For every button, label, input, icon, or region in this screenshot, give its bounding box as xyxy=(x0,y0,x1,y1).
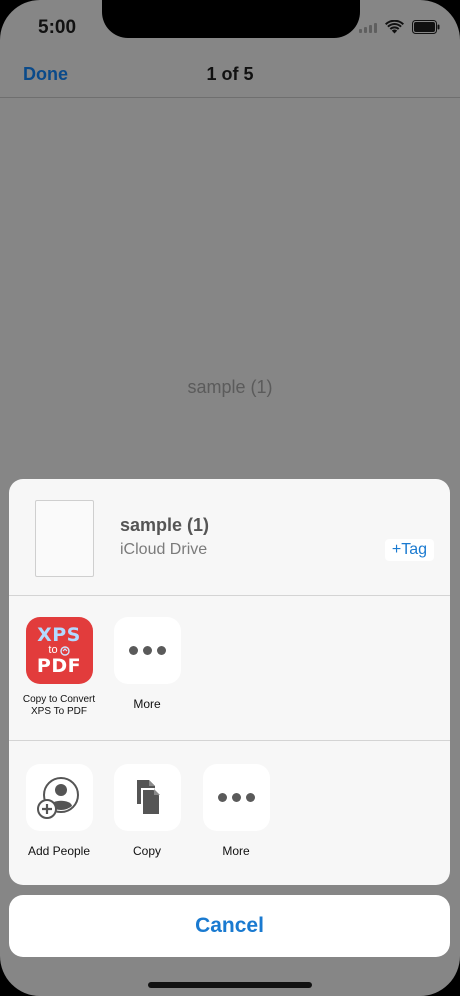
file-thumbnail xyxy=(35,500,94,577)
page-counter-title: 1 of 5 xyxy=(206,64,254,84)
more-actions-button[interactable]: More xyxy=(191,764,281,857)
more-actions-label: More xyxy=(222,844,250,858)
convert-arrows-icon xyxy=(59,645,70,656)
file-location: iCloud Drive xyxy=(120,541,208,558)
wifi-icon xyxy=(385,20,404,34)
add-people-label: Add People xyxy=(27,844,91,858)
app-label: Copy to Convert XPS To PDF xyxy=(22,694,96,717)
copy-icon xyxy=(113,764,181,831)
status-time: 5:00 xyxy=(38,17,77,38)
status-icons xyxy=(359,19,440,35)
more-apps-button[interactable]: More xyxy=(102,617,192,710)
status-bar: 5:00 xyxy=(0,0,460,56)
battery-icon xyxy=(412,20,440,34)
document-placeholder: sample (1) xyxy=(187,377,273,397)
more-apps-label: More xyxy=(133,697,161,711)
screen: 5:00 Done 1 of 5 sample (1) sample (1) i… xyxy=(0,0,460,996)
share-sheet: sample (1) iCloud Drive +Tag XPS to PDF xyxy=(9,479,450,885)
action-row: Add People Copy More xyxy=(9,742,450,885)
app-row: XPS to PDF Copy to Convert XPS To PDF Mo… xyxy=(9,597,450,741)
share-sheet-header: sample (1) iCloud Drive +Tag xyxy=(9,479,450,596)
home-indicator xyxy=(148,982,312,988)
nav-bar: Done 1 of 5 xyxy=(0,56,460,98)
add-people-button[interactable]: Add People xyxy=(14,764,104,857)
file-name: sample (1) xyxy=(120,515,210,535)
cellular-signal-icon xyxy=(359,21,377,33)
more-icon xyxy=(202,764,270,831)
notch xyxy=(102,0,360,38)
xps-to-pdf-app-icon: XPS to PDF xyxy=(25,617,93,684)
cancel-button[interactable]: Cancel xyxy=(9,895,450,957)
copy-label: Copy xyxy=(132,844,161,858)
more-icon xyxy=(113,617,181,684)
copy-button[interactable]: Copy xyxy=(102,764,192,857)
app-copy-to-xps-to-pdf[interactable]: XPS to PDF Copy to Convert XPS To PDF xyxy=(14,617,104,718)
add-tag-button[interactable]: +Tag xyxy=(384,539,434,561)
add-people-icon xyxy=(25,764,93,831)
